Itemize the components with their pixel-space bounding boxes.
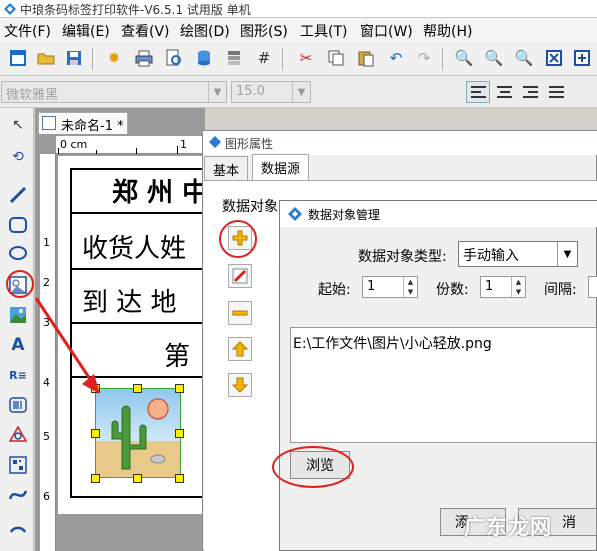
- annotation-arrow: [34, 297, 100, 394]
- watermark-text: 广东龙网: [464, 515, 552, 539]
